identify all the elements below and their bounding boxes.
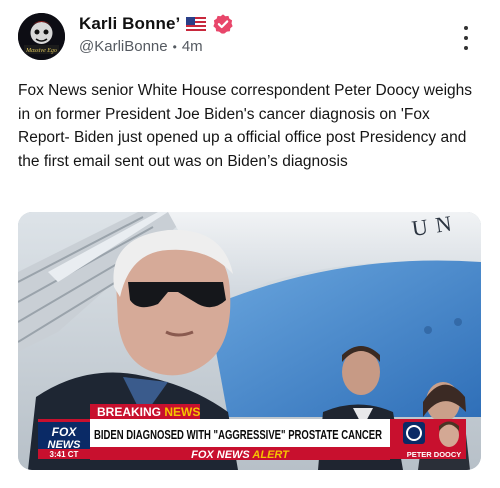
breaking-label: BREAKING NEWS — [97, 405, 200, 419]
more-options-icon[interactable] — [458, 26, 474, 50]
alert-word: ALERT — [251, 449, 290, 461]
reporter-name: PETER DOOCY — [407, 450, 462, 459]
verified-badge-icon — [213, 14, 233, 34]
fox-news-alert: FOX NEWS ALERT — [191, 449, 290, 461]
broadcast-clock: 3:41 CT — [50, 450, 79, 459]
avatar-lettering: Massive Ego — [25, 48, 57, 54]
author-display-name[interactable]: Karli Bonne’ — [79, 14, 180, 34]
news-broadcast-frame: UN BREAKING NEWS BIDEN DIAGNOSED WITH "A… — [18, 212, 481, 470]
post-time: 4m — [181, 38, 203, 55]
author-handle[interactable]: @KarliBonne — [79, 38, 168, 55]
post-text: Fox News senior White House corresponden… — [18, 82, 473, 170]
post-image[interactable]: UN BREAKING NEWS BIDEN DIAGNOSED WITH "A… — [18, 212, 481, 470]
news-label: NEWS — [164, 405, 200, 419]
author-row: Karli Bonne’ — [79, 13, 234, 35]
social-post: Massive Ego Karli Bonne’ @KarliBonne • 4… — [0, 0, 500, 488]
avatar[interactable]: Massive Ego — [18, 13, 65, 60]
separator-dot: • — [172, 39, 177, 54]
author-meta: @KarliBonne • 4m — [79, 38, 203, 55]
us-flag-icon — [186, 17, 207, 31]
headline-text: BIDEN DIAGNOSED WITH "AGGRESSIVE" PROSTA… — [94, 427, 382, 442]
fox-logo-top: FOX — [52, 425, 78, 439]
